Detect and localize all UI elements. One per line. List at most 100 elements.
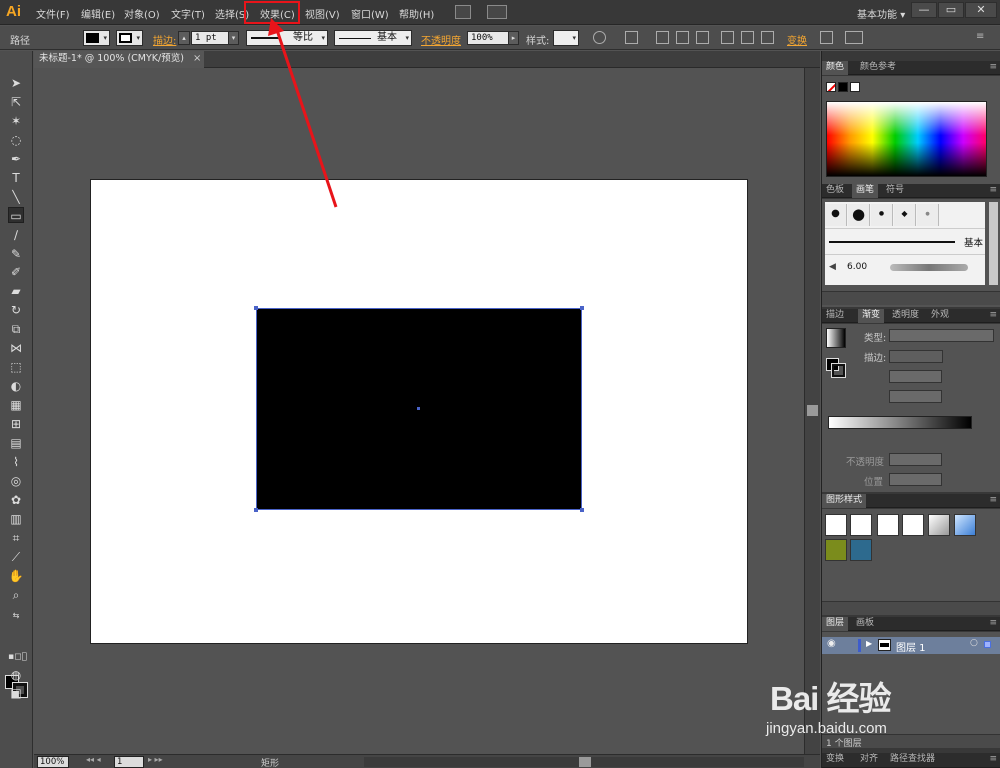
- gradient-slider[interactable]: [828, 416, 972, 429]
- minimize-button[interactable]: —: [911, 2, 937, 18]
- style-outline[interactable]: [902, 514, 924, 536]
- align-to-icon[interactable]: [625, 31, 638, 44]
- lasso-tool-icon[interactable]: ◌: [8, 132, 24, 148]
- free-transform-tool-icon[interactable]: ⬚: [8, 359, 24, 375]
- gradient-aspect-field[interactable]: [889, 390, 942, 403]
- menu-help[interactable]: 帮助(H): [399, 6, 434, 21]
- rectangle-tool-icon[interactable]: ▭: [8, 207, 24, 223]
- tab-artboards[interactable]: 画板: [852, 617, 878, 631]
- opacity-panel-link[interactable]: 不透明度: [421, 32, 461, 47]
- pencil-tool-icon[interactable]: ✎: [8, 246, 24, 262]
- blob-brush-tool-icon[interactable]: ✐: [8, 264, 24, 280]
- document-tab[interactable]: 未标题-1* @ 100% (CMYK/预览) ×: [34, 51, 204, 68]
- tab-layers[interactable]: 图层: [822, 617, 849, 631]
- anchor-point-bottom-left[interactable]: [254, 508, 258, 512]
- screen-mode-icon[interactable]: ▣: [8, 685, 24, 701]
- gradient-tool-icon[interactable]: ▤: [8, 435, 24, 451]
- gradient-thumbnail[interactable]: [826, 328, 846, 348]
- stroke-panel-link[interactable]: 描边:: [153, 32, 176, 47]
- close-button[interactable]: ✕: [965, 2, 997, 18]
- tab-appearance[interactable]: 外观: [927, 309, 953, 323]
- brush-dot-faint[interactable]: ●: [917, 204, 939, 226]
- zoom-level-field[interactable]: 100%: [37, 756, 69, 768]
- menu-view[interactable]: 视图(V): [305, 6, 340, 21]
- rotate-tool-icon[interactable]: ↻: [8, 302, 24, 318]
- artboard-tool-icon[interactable]: ⌗: [8, 530, 24, 546]
- color-mode-buttons[interactable]: ▪◻⃠: [8, 649, 27, 665]
- target-icon[interactable]: ○: [970, 638, 978, 648]
- tab-color[interactable]: 颜色: [822, 61, 849, 75]
- panel-menu-icon[interactable]: ≡: [989, 62, 997, 72]
- menu-file[interactable]: 文件(F): [36, 6, 70, 21]
- selection-tool-icon[interactable]: ➤: [8, 75, 24, 91]
- perspective-grid-tool-icon[interactable]: ▦: [8, 397, 24, 413]
- pen-tool-icon[interactable]: ✒: [8, 151, 24, 167]
- drawing-mode-icon[interactable]: ◍: [8, 667, 24, 683]
- brush-row-bristle[interactable]: ◀ 6.00: [825, 254, 985, 280]
- none-swatch[interactable]: [826, 82, 836, 92]
- blend-tool-icon[interactable]: ◎: [8, 473, 24, 489]
- tab-symbols[interactable]: 符号: [882, 184, 908, 198]
- align-middle-icon[interactable]: [741, 31, 754, 44]
- eyedropper-tool-icon[interactable]: ⌇: [8, 454, 24, 470]
- menu-window[interactable]: 窗口(W): [351, 6, 389, 21]
- tab-color-guide[interactable]: 颜色参考: [856, 61, 900, 75]
- style-none[interactable]: [850, 514, 872, 536]
- horizontal-scrollbar[interactable]: [364, 757, 804, 767]
- panel-menu-icon[interactable]: ≡: [989, 185, 997, 195]
- menu-edit[interactable]: 编辑(E): [81, 6, 115, 21]
- shape-builder-tool-icon[interactable]: ◐: [8, 378, 24, 394]
- style-blue-pattern[interactable]: [850, 539, 872, 561]
- style-default[interactable]: [825, 514, 847, 536]
- layer-row[interactable]: ◉ ▶ 图层 1 ○: [822, 637, 1000, 654]
- scale-tool-icon[interactable]: ⧉: [8, 321, 24, 337]
- layer-name[interactable]: 图层 1: [896, 639, 926, 654]
- line-tool-icon[interactable]: ╲: [8, 189, 24, 205]
- black-swatch[interactable]: [838, 82, 848, 92]
- restore-button[interactable]: ▭: [938, 2, 964, 18]
- tab-transparency[interactable]: 透明度: [888, 309, 923, 323]
- gradient-stroke-box[interactable]: [831, 363, 846, 378]
- tab-swatches[interactable]: 色板: [822, 184, 848, 198]
- brush-definition[interactable]: 基本 ▾: [334, 30, 412, 46]
- brush-dot-calligraphic[interactable]: ◆: [894, 204, 916, 226]
- recolor-artwork-icon[interactable]: [593, 31, 606, 44]
- selection-indicator[interactable]: [984, 641, 991, 648]
- brush-panel-scrollbar[interactable]: [989, 202, 998, 285]
- slice-tool-icon[interactable]: ⟋: [8, 549, 24, 565]
- tab-graphic-styles[interactable]: 图形样式: [822, 494, 867, 508]
- width-tool-icon[interactable]: ⋈: [8, 340, 24, 356]
- hand-tool-icon[interactable]: ✋: [8, 568, 24, 584]
- close-icon[interactable]: ×: [193, 51, 201, 67]
- style-shadow[interactable]: [928, 514, 950, 536]
- vertical-scrollbar[interactable]: [804, 68, 820, 754]
- align-bottom-icon[interactable]: [761, 31, 774, 44]
- arrange-documents-icon[interactable]: [487, 5, 507, 19]
- horizontal-scroll-thumb[interactable]: [579, 757, 591, 767]
- opacity-input[interactable]: 100%: [467, 31, 509, 45]
- tab-gradient[interactable]: 渐变: [858, 309, 885, 323]
- menu-object[interactable]: 对象(O): [124, 6, 160, 21]
- panel-menu-icon[interactable]: ≡: [989, 618, 997, 628]
- type-tool-icon[interactable]: T: [8, 170, 24, 186]
- tab-stroke[interactable]: 描边: [822, 309, 848, 323]
- default-fill-stroke-icon[interactable]: ⇆: [8, 608, 24, 624]
- fill-color-picker[interactable]: ▾: [83, 30, 110, 46]
- gradient-type-dropdown[interactable]: [889, 329, 994, 342]
- align-center-icon[interactable]: [676, 31, 689, 44]
- anchor-point-bottom-right[interactable]: [580, 508, 584, 512]
- stroke-color-picker[interactable]: ▾: [116, 30, 143, 46]
- brush-dot-small[interactable]: ●: [825, 204, 847, 226]
- brush-dot-large[interactable]: ●: [848, 204, 870, 226]
- magic-wand-tool-icon[interactable]: ✶: [8, 113, 24, 129]
- tab-align[interactable]: 对齐: [856, 753, 882, 767]
- paintbrush-tool-icon[interactable]: ∕: [8, 227, 24, 243]
- menu-type[interactable]: 文字(T): [171, 6, 205, 21]
- variable-width-profile[interactable]: 等比 ▾: [246, 30, 328, 46]
- transform-panel-link[interactable]: 变换: [787, 32, 807, 47]
- expand-arrow-icon[interactable]: ▶: [866, 639, 872, 648]
- eraser-tool-icon[interactable]: ▰: [8, 283, 24, 299]
- eye-icon[interactable]: ◉: [827, 638, 836, 649]
- tab-brushes[interactable]: 画笔: [852, 184, 879, 198]
- artboard-nav-prev-icon[interactable]: ◂◂ ◂: [86, 755, 101, 764]
